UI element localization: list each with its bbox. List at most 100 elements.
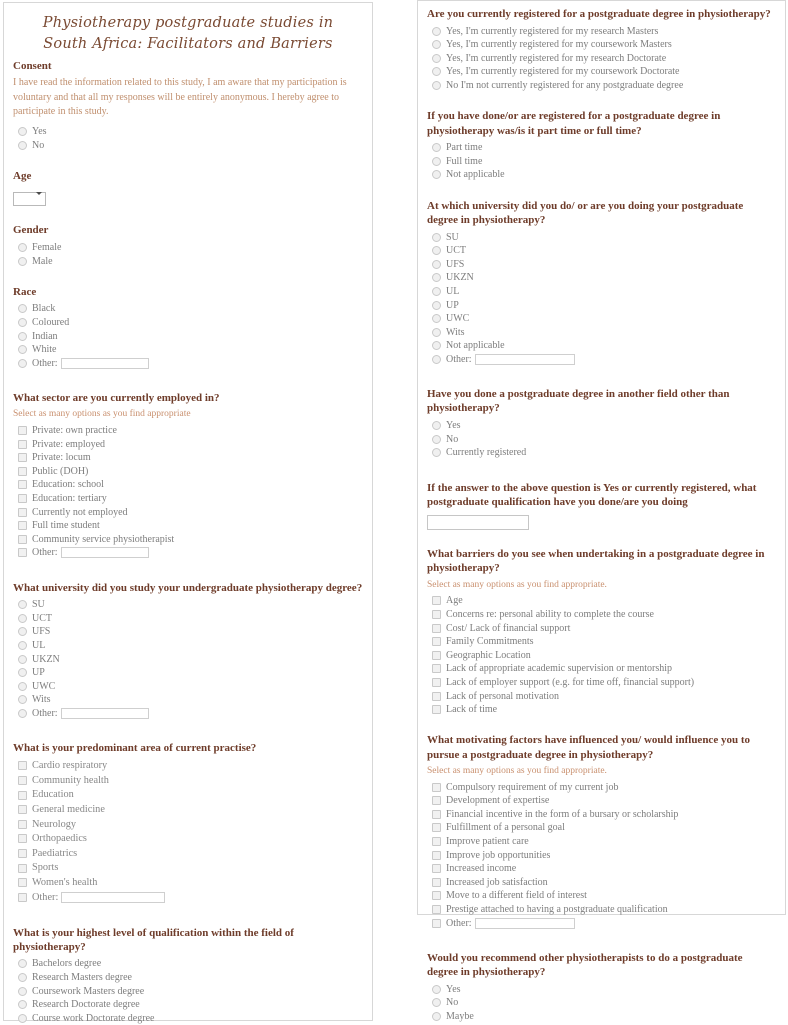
checkbox-option-practise-2[interactable]: Education: [13, 788, 363, 803]
radio-circle-icon[interactable]: [18, 345, 27, 355]
radio-option-ugrad-1[interactable]: UCT: [13, 612, 363, 626]
radio-circle-icon[interactable]: [18, 973, 27, 982]
radio-circle-icon[interactable]: [432, 232, 441, 242]
checkbox-icon[interactable]: [432, 609, 441, 619]
checkbox-icon[interactable]: [432, 650, 441, 660]
checkbox-option-barrier-5[interactable]: Lack of appropriate academic supervision…: [427, 662, 776, 676]
radio-circle-icon[interactable]: [18, 695, 27, 705]
checkbox-icon[interactable]: [18, 819, 27, 829]
checkbox-option-motivation-8[interactable]: Move to a different field of interest: [427, 889, 776, 903]
checkbox-icon[interactable]: [18, 790, 27, 800]
checkbox-option-barrier-8[interactable]: Lack of time: [427, 703, 776, 717]
radio-option-qual-3[interactable]: Research Doctorate degree: [13, 998, 363, 1012]
radio-circle-icon[interactable]: [432, 26, 441, 36]
checkbox-option-motivation-2[interactable]: Financial incentive in the form of a bur…: [427, 808, 776, 822]
radio-circle-icon[interactable]: [432, 448, 441, 458]
checkbox-option-barrier-0[interactable]: Age: [427, 594, 776, 608]
radio-option-ugrad-2[interactable]: UFS: [13, 625, 363, 639]
checkbox-icon[interactable]: [18, 493, 27, 503]
radio-circle-icon[interactable]: [18, 959, 27, 969]
radio-option-ugrad-4[interactable]: UKZN: [13, 652, 363, 666]
radio-option-otherfield-0[interactable]: Yes: [427, 419, 776, 433]
radio-option-gender-male[interactable]: Male: [13, 254, 363, 268]
radio-option-pguni-5[interactable]: UP: [427, 298, 776, 312]
radio-option-qual-1[interactable]: Research Masters degree: [13, 971, 363, 985]
radio-option-ugrad-7[interactable]: Wits: [13, 693, 363, 707]
checkbox-option-sector-0[interactable]: Private: own practice: [13, 424, 363, 438]
radio-circle-icon[interactable]: [18, 641, 27, 651]
checkbox-option-sector-1[interactable]: Private: employed: [13, 437, 363, 451]
radio-circle-icon[interactable]: [18, 654, 27, 664]
checkbox-icon[interactable]: [432, 905, 441, 914]
radio-option-otherfield-2[interactable]: Currently registered: [427, 446, 776, 460]
checkbox-icon[interactable]: [18, 480, 27, 490]
radio-option-qual-0[interactable]: Bachelors degree: [13, 957, 363, 971]
radio-circle-icon[interactable]: [18, 317, 27, 327]
checkbox-option-practise-3[interactable]: General medicine: [13, 802, 363, 817]
radio-circle-icon[interactable]: [432, 341, 441, 351]
radio-circle-icon[interactable]: [432, 53, 441, 63]
radio-option-currentreg-3[interactable]: Yes, I'm currently registered for my cou…: [427, 65, 776, 79]
radio-circle-icon[interactable]: [18, 127, 27, 137]
radio-option-recommend-1[interactable]: No: [427, 996, 776, 1010]
age-select-wrapper[interactable]: [13, 188, 46, 206]
which-qualification-input[interactable]: [427, 515, 529, 531]
radio-circle-icon[interactable]: [432, 300, 441, 310]
radio-circle-icon[interactable]: [18, 358, 27, 368]
radio-option-race-white[interactable]: White: [13, 343, 363, 357]
checkbox-option-barrier-7[interactable]: Lack of personal motivation: [427, 689, 776, 703]
radio-circle-icon[interactable]: [432, 354, 441, 364]
checkbox-option-barrier-2[interactable]: Cost/ Lack of financial support: [427, 621, 776, 635]
checkbox-icon[interactable]: [18, 848, 27, 858]
radio-circle-icon[interactable]: [432, 998, 441, 1008]
radio-circle-icon[interactable]: [432, 40, 441, 50]
checkbox-option-motivation-4[interactable]: Improve patient care: [427, 835, 776, 849]
checkbox-option-sector-7[interactable]: Full time student: [13, 519, 363, 533]
checkbox-icon[interactable]: [18, 775, 27, 785]
radio-circle-icon[interactable]: [18, 668, 27, 678]
checkbox-icon[interactable]: [18, 805, 27, 815]
radio-option-pguni-other[interactable]: Other:: [427, 353, 776, 367]
checkbox-icon[interactable]: [18, 466, 27, 476]
checkbox-icon[interactable]: [432, 664, 441, 674]
radio-circle-icon[interactable]: [18, 331, 27, 341]
radio-option-time-1[interactable]: Full time: [427, 154, 776, 168]
checkbox-option-sector-6[interactable]: Currently not employed: [13, 505, 363, 519]
motivation-other-input[interactable]: [474, 917, 575, 929]
radio-circle-icon[interactable]: [432, 259, 441, 269]
checkbox-option-practise-1[interactable]: Community health: [13, 773, 363, 788]
checkbox-icon[interactable]: [432, 691, 441, 701]
radio-circle-icon[interactable]: [18, 242, 27, 252]
checkbox-option-motivation-6[interactable]: Increased income: [427, 862, 776, 876]
radio-circle-icon[interactable]: [432, 421, 441, 431]
checkbox-icon[interactable]: [18, 521, 27, 531]
radio-circle-icon[interactable]: [18, 708, 27, 718]
checkbox-icon[interactable]: [432, 596, 441, 606]
checkbox-icon[interactable]: [18, 426, 27, 435]
checkbox-icon[interactable]: [432, 891, 441, 901]
radio-circle-icon[interactable]: [18, 600, 27, 610]
radio-option-pguni-6[interactable]: UWC: [427, 312, 776, 326]
radio-option-pguni-1[interactable]: UCT: [427, 244, 776, 258]
checkbox-icon[interactable]: [18, 834, 27, 844]
checkbox-option-motivation-other[interactable]: Other:: [427, 916, 776, 930]
radio-option-race-black[interactable]: Black: [13, 302, 363, 316]
checkbox-icon[interactable]: [432, 823, 441, 833]
radio-circle-icon[interactable]: [18, 986, 27, 996]
radio-option-currentreg-1[interactable]: Yes, I'm currently registered for my cou…: [427, 38, 776, 52]
radio-circle-icon[interactable]: [432, 1011, 441, 1021]
radio-option-recommend-0[interactable]: Yes: [427, 982, 776, 996]
radio-option-race-other[interactable]: Other:: [13, 356, 363, 370]
ugrad-other-input[interactable]: [60, 707, 149, 719]
checkbox-icon[interactable]: [18, 878, 27, 888]
radio-circle-icon[interactable]: [432, 434, 441, 444]
radio-circle-icon[interactable]: [18, 304, 27, 314]
radio-option-time-0[interactable]: Part time: [427, 141, 776, 155]
checkbox-icon[interactable]: [18, 548, 27, 558]
radio-circle-icon[interactable]: [18, 627, 27, 637]
radio-option-ugrad-5[interactable]: UP: [13, 666, 363, 680]
race-other-input[interactable]: [60, 357, 149, 369]
checkbox-option-sector-5[interactable]: Education: tertiary: [13, 492, 363, 506]
radio-circle-icon[interactable]: [432, 246, 441, 256]
radio-option-race-indian[interactable]: Indian: [13, 329, 363, 343]
